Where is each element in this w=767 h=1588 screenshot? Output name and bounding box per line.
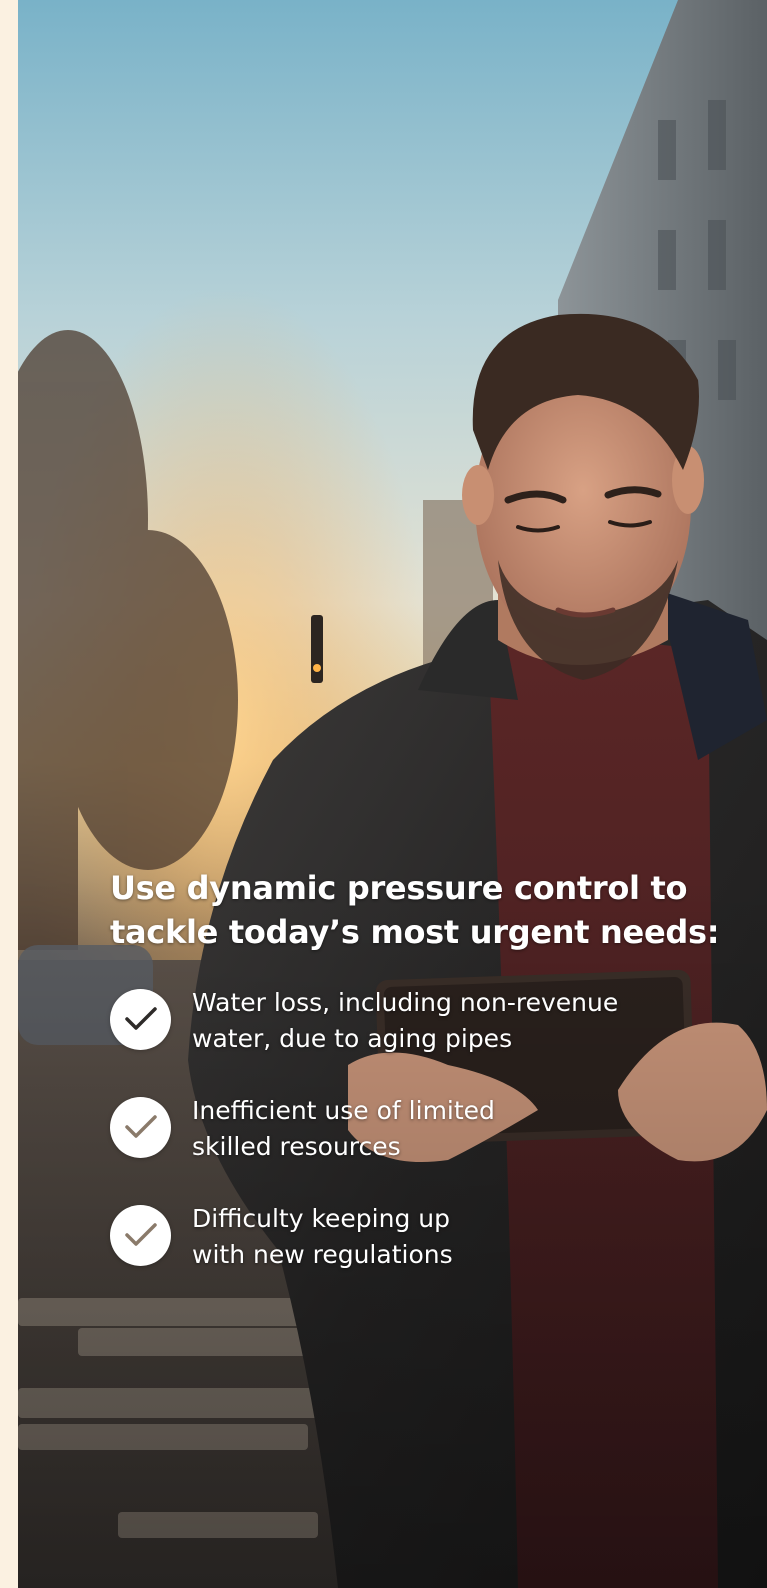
hero-photo-man-with-tablet xyxy=(18,0,767,1588)
checkmark-icon xyxy=(110,1205,171,1266)
need-line-1: Inefficient use of limited xyxy=(192,1096,495,1125)
headline-line-2: tackle today’s most urgent needs: xyxy=(110,913,720,951)
list-item: Water loss, including non-revenue water,… xyxy=(110,985,710,1057)
need-line-1: Water loss, including non-revenue xyxy=(192,988,619,1017)
need-line-2: skilled resources xyxy=(192,1132,401,1161)
hero-photo-illustration xyxy=(18,0,767,1588)
headline-line-1: Use dynamic pressure control to xyxy=(110,869,688,907)
need-text: Water loss, including non-revenue water,… xyxy=(192,985,618,1057)
urgent-needs-list: Water loss, including non-revenue water,… xyxy=(110,985,710,1309)
left-margin-strip xyxy=(0,0,18,1588)
need-line-2: water, due to aging pipes xyxy=(192,1024,513,1053)
need-text: Inefficient use of limited skilled resou… xyxy=(192,1093,495,1165)
need-line-2: with new regulations xyxy=(192,1240,453,1269)
list-item: Difficulty keeping up with new regulatio… xyxy=(110,1201,710,1273)
headline: Use dynamic pressure control to tackle t… xyxy=(110,866,720,954)
need-line-1: Difficulty keeping up xyxy=(192,1204,450,1233)
checkmark-icon xyxy=(110,989,171,1050)
need-text: Difficulty keeping up with new regulatio… xyxy=(192,1201,453,1273)
list-item: Inefficient use of limited skilled resou… xyxy=(110,1093,710,1165)
checkmark-icon xyxy=(110,1097,171,1158)
